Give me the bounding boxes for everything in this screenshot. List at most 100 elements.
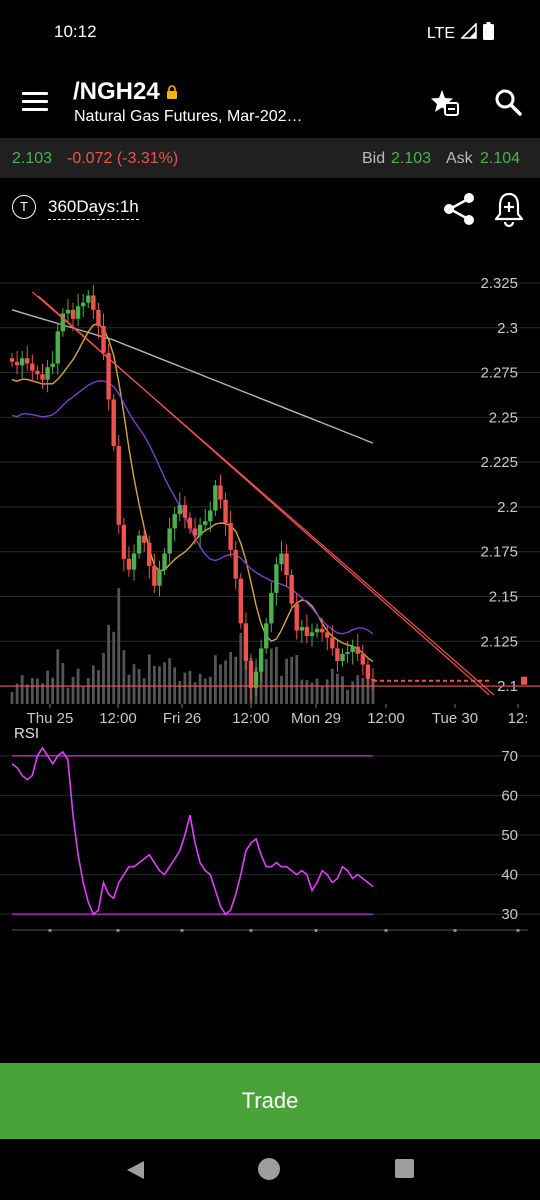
candle: [289, 575, 294, 604]
candle: [9, 358, 15, 362]
volume-bar: [315, 678, 319, 704]
volume-bar: [320, 685, 324, 704]
chart-toolbar: T 360Days:1h: [0, 190, 540, 236]
volume-bar: [336, 673, 339, 704]
candle: [335, 648, 340, 661]
candle: [30, 363, 35, 371]
candle: [319, 628, 325, 633]
price-axis-label: 2.225: [480, 454, 518, 471]
volume-bar: [97, 670, 100, 704]
candle: [86, 295, 91, 303]
candle: [121, 524, 127, 559]
price-axis-label: 2.15: [489, 589, 518, 606]
volume-bar: [25, 684, 29, 704]
network-type: LTE: [426, 24, 455, 42]
quote-bar: 2.103 -0.072 (-3.31%) Bid 2.103 Ask 2.10…: [0, 138, 540, 178]
ask-label: Ask: [446, 150, 473, 167]
price-chart[interactable]: 2.3252.32.2752.252.2252.22.1752.152.1252…: [0, 250, 540, 950]
volume-bar: [341, 676, 344, 704]
candle: [182, 505, 188, 518]
search-icon[interactable]: [494, 88, 522, 121]
price-axis-label: 2.175: [480, 544, 518, 561]
volume-bar: [305, 680, 309, 704]
candle: [345, 652, 350, 654]
volume-bar: [269, 648, 273, 704]
candle: [111, 399, 116, 446]
status-time: 10:12: [54, 22, 97, 41]
volume-bar: [46, 670, 49, 704]
volume-bar: [356, 675, 360, 704]
candle: [116, 446, 121, 525]
price-change: -0.072 (-3.31%): [67, 150, 179, 167]
drawing-tools-icon[interactable]: T: [12, 195, 36, 219]
battery-icon: [483, 22, 494, 45]
candle: [314, 628, 320, 633]
rsi-tick: [384, 929, 388, 932]
candle: [304, 626, 310, 636]
volume-bar: [163, 662, 166, 704]
rsi-tick: [48, 929, 52, 932]
moving-average-line: [11, 309, 374, 444]
volume-bar: [198, 673, 202, 704]
volume-bar: [152, 665, 156, 704]
volume-bar: [127, 674, 131, 704]
candle: [101, 325, 106, 353]
recents-icon[interactable]: [395, 1159, 414, 1178]
candle: [96, 309, 101, 326]
candle: [228, 523, 233, 550]
trade-button[interactable]: Trade: [0, 1063, 540, 1139]
candle: [167, 528, 172, 554]
candle: [162, 553, 167, 570]
back-icon[interactable]: [124, 1159, 146, 1186]
volume-bar: [219, 664, 222, 704]
volume-bar: [361, 677, 365, 704]
candle: [258, 648, 264, 672]
rsi-tick: [453, 929, 457, 932]
symbol-description: Natural Gas Futures, Mar-202…: [74, 108, 303, 125]
candle: [152, 566, 157, 586]
share-icon[interactable]: [440, 190, 478, 233]
volume-bar: [188, 670, 192, 704]
candle: [75, 306, 81, 319]
candle: [299, 626, 305, 631]
candle: [264, 623, 269, 649]
volume-bar: [280, 675, 283, 704]
bid-price: 2.103: [391, 150, 432, 167]
volume-bar: [66, 687, 70, 704]
watchlist-star-icon[interactable]: [430, 88, 460, 123]
chart-area[interactable]: 2.325 2.3 2.275 2.25 2.225 2.2 2.175 2.15 2.125 2…: [0, 250, 540, 950]
candle: [360, 653, 366, 665]
volume-bar: [203, 678, 207, 704]
candle: [340, 653, 345, 661]
price-axis-label: 2.25: [489, 409, 518, 426]
volume-bar: [239, 633, 243, 704]
x-axis-label: Mon 29: [291, 710, 341, 727]
candle: [136, 535, 142, 554]
volume-bar: [234, 656, 238, 704]
rsi-axis-label: 50: [501, 827, 518, 844]
rsi-title: RSI: [14, 725, 39, 742]
menu-icon[interactable]: [22, 92, 48, 112]
volume-bar: [158, 666, 161, 704]
trendline: [37, 295, 490, 696]
candle: [157, 569, 162, 586]
candle: [309, 632, 315, 636]
volume-bar: [30, 678, 34, 704]
volume-bar: [213, 655, 217, 704]
candle: [45, 367, 50, 380]
home-icon[interactable]: [258, 1158, 280, 1180]
volume-bar: [346, 689, 349, 704]
status-bar: 10:12 LTE: [0, 0, 540, 66]
volume-bar: [274, 646, 278, 704]
bell-plus-icon[interactable]: [492, 190, 526, 235]
candle: [355, 646, 360, 654]
rsi-axis-label: 70: [501, 748, 518, 765]
volume-bar: [107, 624, 111, 704]
candle: [187, 517, 193, 529]
volume-bar: [325, 679, 329, 704]
timeframe-selector[interactable]: 360Days:1h: [48, 197, 139, 220]
candle: [233, 549, 238, 579]
candle: [269, 592, 274, 624]
rsi-tick: [516, 929, 520, 932]
ask-price: 2.104: [480, 150, 521, 167]
